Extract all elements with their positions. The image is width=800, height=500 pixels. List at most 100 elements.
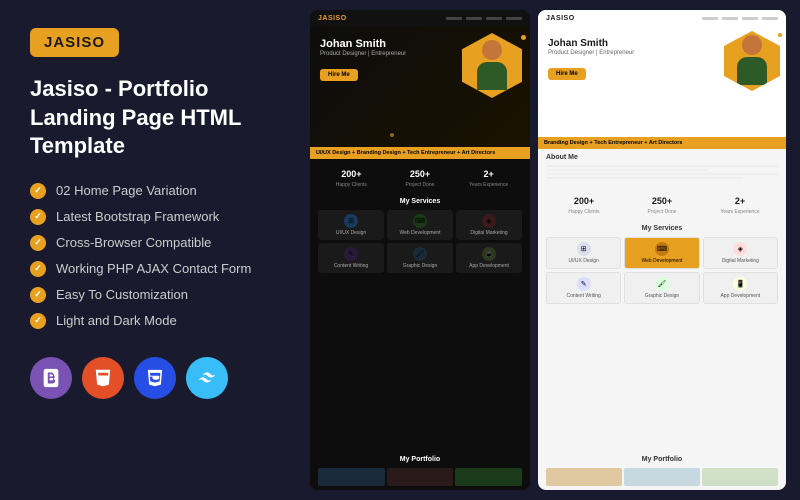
service-name: App Development xyxy=(707,293,774,299)
portfolio-thumb xyxy=(546,468,622,486)
service-name: Digital Marketing xyxy=(707,258,774,264)
service-card: 📱 App Development xyxy=(456,243,522,273)
about-line xyxy=(546,177,743,179)
nav-link-dot xyxy=(762,17,778,20)
light-services-title: My Services xyxy=(546,225,778,232)
light-services: My Services ⊞ UI/UX Design ⌨ Web Develop… xyxy=(538,220,786,452)
nav-link-dot xyxy=(742,17,758,20)
check-icon xyxy=(30,235,46,251)
nav-link-dot xyxy=(722,17,738,20)
light-portfolio: My Portfolio xyxy=(538,452,786,490)
check-icon xyxy=(30,287,46,303)
right-panel: JASISO Johan Smith Product Designer | En… xyxy=(310,0,800,500)
feature-item: Working PHP AJAX Contact Form xyxy=(30,261,280,277)
portfolio-thumb xyxy=(624,468,700,486)
tailwind-icon xyxy=(186,357,228,399)
nav-link-dot xyxy=(702,17,718,20)
portfolio-thumb xyxy=(387,468,454,486)
decor-dot xyxy=(521,35,526,40)
service-icon: 🖌 xyxy=(655,277,669,291)
dark-ticker: UI/UX Design + Branding Design + Tech En… xyxy=(310,147,530,159)
service-name: UI/UX Design xyxy=(550,258,617,264)
service-card: ◈ Digital Marketing xyxy=(703,237,778,269)
dark-portfolio-grid xyxy=(318,468,522,486)
decor-dot xyxy=(778,33,782,37)
feature-item: 02 Home Page Variation xyxy=(30,183,280,199)
dark-services-title: My Services xyxy=(318,198,522,205)
light-portfolio-grid xyxy=(546,468,778,486)
service-icon: ✎ xyxy=(344,247,358,261)
feature-text: Light and Dark Mode xyxy=(56,313,177,328)
service-icon: ◈ xyxy=(733,242,747,256)
stat-item: 2+ Years Experience xyxy=(702,191,778,215)
stat-item: 250+ Project Done xyxy=(624,191,700,215)
service-card: ⊞ UI/UX Design xyxy=(318,210,384,240)
service-name: App Development xyxy=(459,263,519,269)
service-card: ✎ Content Writing xyxy=(546,272,621,304)
feature-item: Easy To Customization xyxy=(30,287,280,303)
nav-link-dot xyxy=(486,17,502,20)
light-about: About Me xyxy=(538,149,786,186)
light-nav-brand: JASISO xyxy=(546,15,575,22)
light-about-title: About Me xyxy=(546,154,778,161)
service-card: ⌨ Web Development xyxy=(387,210,453,240)
check-icon xyxy=(30,261,46,277)
dark-hero: Johan Smith Product Designer | Entrepren… xyxy=(310,27,530,147)
features-list: 02 Home Page Variation Latest Bootstrap … xyxy=(30,183,280,329)
feature-text: Easy To Customization xyxy=(56,287,188,302)
feature-text: Working PHP AJAX Contact Form xyxy=(56,261,251,276)
service-name: UI/UX Design xyxy=(321,230,381,236)
service-icon: ✎ xyxy=(577,277,591,291)
service-icon: 🖌 xyxy=(413,247,427,261)
dark-portfolio-title: My Portfolio xyxy=(318,456,522,463)
service-card: ✎ Content Writing xyxy=(318,243,384,273)
dark-nav: JASISO xyxy=(310,10,530,27)
light-avatar xyxy=(724,31,780,91)
stat-item: 250+ Project Done xyxy=(387,164,454,188)
about-line xyxy=(546,165,778,167)
portfolio-thumb xyxy=(702,468,778,486)
feature-item: Light and Dark Mode xyxy=(30,313,280,329)
light-nav-links xyxy=(702,17,778,20)
portfolio-thumb xyxy=(318,468,385,486)
dark-nav-links xyxy=(446,17,522,20)
service-icon: ⊞ xyxy=(577,242,591,256)
service-icon: 📱 xyxy=(733,277,747,291)
service-icon: ⌨ xyxy=(655,242,669,256)
about-line xyxy=(546,173,778,175)
about-line xyxy=(546,169,708,171)
feature-item: Latest Bootstrap Framework xyxy=(30,209,280,225)
service-name: Graphic Design xyxy=(390,263,450,269)
dark-services-grid: ⊞ UI/UX Design ⌨ Web Development ◈ Digit… xyxy=(318,210,522,273)
bootstrap-icon xyxy=(30,357,72,399)
light-services-grid: ⊞ UI/UX Design ⌨ Web Development ◈ Digit… xyxy=(546,237,778,304)
dark-avatar xyxy=(462,33,522,98)
service-card: 🖌 Graphic Design xyxy=(387,243,453,273)
check-icon xyxy=(30,183,46,199)
stat-item: 2+ Years Experience xyxy=(455,164,522,188)
light-hero: Johan Smith Product Designer | Entrepren… xyxy=(538,27,786,137)
feature-text: Cross-Browser Compatible xyxy=(56,235,211,250)
service-icon: ◈ xyxy=(482,214,496,228)
service-card: ⊞ UI/UX Design xyxy=(546,237,621,269)
service-card: 📱 App Development xyxy=(703,272,778,304)
light-ticker: Branding Design + Tech Entrepreneur + Ar… xyxy=(538,137,786,149)
service-name: Graphic Design xyxy=(628,293,695,299)
tech-icons-row xyxy=(30,357,280,399)
dark-stats: 200+ Happy Clients 250+ Project Done 2+ … xyxy=(310,159,530,193)
light-portfolio-title: My Portfolio xyxy=(546,456,778,463)
stat-item: 200+ Happy Clients xyxy=(318,164,385,188)
dark-hire-btn[interactable]: Hire Me xyxy=(320,69,358,81)
html5-icon xyxy=(82,357,124,399)
service-card: ◈ Digital Marketing xyxy=(456,210,522,240)
light-hire-btn[interactable]: Hire Me xyxy=(548,68,586,80)
nav-link-dot xyxy=(446,17,462,20)
service-name: Web Development xyxy=(390,230,450,236)
service-name: Digital Marketing xyxy=(459,230,519,236)
main-title: Jasiso - Portfolio Landing Page HTML Tem… xyxy=(30,75,280,161)
service-name: Web Development xyxy=(628,258,695,264)
feature-text: 02 Home Page Variation xyxy=(56,183,197,198)
css3-icon xyxy=(134,357,176,399)
light-stats: 200+ Happy Clients 250+ Project Done 2+ … xyxy=(538,186,786,220)
service-name: Content Writing xyxy=(550,293,617,299)
